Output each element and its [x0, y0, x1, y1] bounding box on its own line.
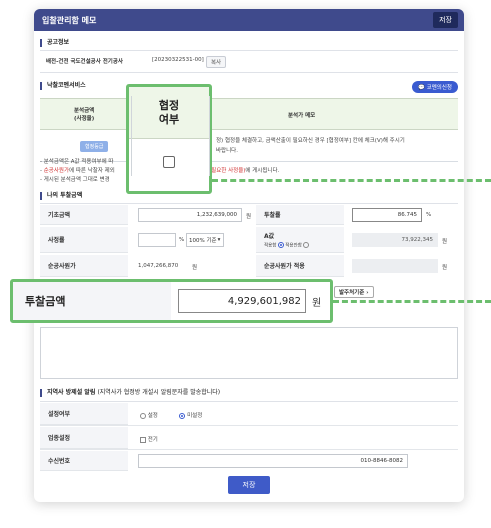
- stage: 입찰관리함 메모 저장 공고정보 배전-건전 국도건설공사 전기공사 [2023…: [0, 0, 491, 528]
- a-opt2-label: 적용안함: [285, 243, 302, 249]
- a-value-cell: A값 적용함 적용안함: [256, 227, 344, 253]
- amount-grade-button[interactable]: 협정등급: [80, 141, 109, 152]
- memo-text-2: 바랍니다.: [216, 148, 238, 154]
- setting-on-label: 설정: [147, 413, 158, 419]
- copy-button[interactable]: 복사: [206, 56, 227, 68]
- col-memo-header: 분석가 메모: [288, 113, 316, 119]
- setting-label: 설정여부: [40, 403, 128, 425]
- a-apply-radio[interactable]: [277, 241, 284, 248]
- divider: [40, 50, 458, 51]
- consult-request-button[interactable]: 💬 코멘의신청: [412, 81, 458, 93]
- memo-textarea[interactable]: [40, 327, 458, 379]
- bid-zoom-label: 투찰금액: [13, 282, 171, 320]
- divider: [40, 425, 458, 426]
- callout-connector: [333, 300, 491, 303]
- a-options: 적용함 적용안함: [264, 241, 310, 249]
- alert-title: 지역사 방제설 알림: [47, 389, 96, 396]
- net-label: 순공사원가: [40, 255, 128, 277]
- net-unit: 원: [192, 265, 198, 271]
- setting-on-radio[interactable]: [140, 412, 146, 419]
- note-red: 순공사원가: [43, 168, 70, 174]
- note-right: 에 게시됩니다.: [245, 168, 280, 174]
- chevron-down-icon: ▾: [217, 237, 221, 243]
- base-unit: 원: [246, 214, 252, 220]
- alert-note: (지역사가 협정방 개설시 알림문자를 발송합니다): [97, 389, 221, 396]
- rate-field[interactable]: 86.745: [352, 208, 422, 222]
- biz-label: 업종설정: [40, 427, 128, 449]
- note-line-2: - 순공사원가에 따른 낙찰자 제외: [40, 166, 115, 174]
- biz-options: 전기: [140, 435, 158, 443]
- window-title: 입찰관리함 메모: [42, 15, 97, 25]
- base-amount-field[interactable]: 1,232,639,000: [138, 208, 242, 222]
- divider: [40, 203, 458, 204]
- callout-connector: [212, 179, 491, 182]
- order-basis-label: 발주처기준: [339, 290, 365, 296]
- alert-section-title: 지역사 방제설 알림 (지역사가 협정방 개설시 알림문자를 발송합니다): [40, 389, 220, 397]
- note-line-1: - 분석금액은 A값 적용여부에 따: [40, 159, 114, 165]
- order-basis-button[interactable]: 발주처기준 ›: [334, 286, 374, 298]
- consult-zoom-heading: 협정 여부: [129, 87, 209, 139]
- a-value-unit: 원: [442, 239, 448, 245]
- divider: [131, 96, 132, 176]
- col-amount-header: 분석금액 (사정율): [74, 108, 95, 122]
- window-header: 입찰관리함 메모 저장: [34, 9, 464, 31]
- announce-number: [20230322531-00]: [152, 57, 204, 63]
- assess-field[interactable]: [138, 233, 176, 247]
- divider: [40, 72, 458, 73]
- rate-label: 투찰률: [256, 205, 344, 225]
- chevron-right-icon: ›: [366, 290, 369, 296]
- bid-section-title: 나의 투찰금액: [40, 192, 82, 200]
- chat-icon: 💬: [418, 85, 425, 91]
- nak-table-header: 분석금액 (사정율) 분석가 메모: [40, 98, 458, 130]
- bid-amount-unit: 원: [312, 298, 322, 309]
- biz-checkbox[interactable]: [140, 436, 146, 443]
- net-apply-field: [352, 259, 438, 273]
- divider: [40, 401, 458, 402]
- memo-window: 입찰관리함 메모 저장 공고정보 배전-건전 국도건설공사 전기공사 [2023…: [34, 9, 464, 502]
- header-save-button[interactable]: 저장: [433, 12, 458, 28]
- rate-unit: %: [426, 212, 432, 218]
- biz-all-label: 전기: [147, 437, 158, 443]
- divider: [40, 449, 458, 450]
- setting-off-radio[interactable]: [179, 412, 186, 419]
- a-opt1-label: 적용함: [264, 243, 277, 249]
- divider: [209, 96, 210, 176]
- announce-title: 배전-건전 국도건설공사 전기공사: [46, 59, 123, 65]
- net-apply-label: 순공사원가 적용: [256, 255, 344, 277]
- base-label: 기초금액: [40, 205, 128, 225]
- consult-zoom-callout: 협정 여부: [126, 84, 212, 194]
- footer-save-button[interactable]: 저장: [228, 476, 270, 494]
- net-apply-unit: 원: [442, 265, 448, 271]
- consult-checkbox[interactable]: [163, 156, 175, 168]
- note-suffix: 에 따른 낙찰자 제외: [69, 168, 115, 174]
- note-right-red: (필요한 사정율): [209, 168, 246, 174]
- assess-select-value: 100% 기준: [189, 238, 217, 244]
- note-line-3: - 게시된 분석금액 그대로 변경: [40, 177, 110, 183]
- setting-off-label: 미설정: [187, 413, 203, 419]
- net-value: 1,047,266,870: [138, 263, 179, 269]
- consult-request-label: 코멘의신청: [426, 85, 452, 91]
- announce-section-title: 공고정보: [40, 39, 69, 47]
- a-noapply-radio[interactable]: [303, 241, 310, 248]
- setting-options: 설정 미설정: [140, 411, 202, 419]
- assess-label: 사정률: [40, 227, 128, 253]
- bid-amount-field[interactable]: 4,929,601,982: [178, 289, 306, 313]
- nak-section-title: 낙찰코멘서비스: [40, 82, 86, 90]
- phone-field[interactable]: 010-8846-8082: [138, 454, 408, 468]
- note-line-2-right: (필요한 사정율)에 게시됩니다.: [209, 166, 279, 174]
- a-label: A값: [264, 232, 275, 240]
- memo-text: 정) 협정을 체결하고, 금액산출이 필요하신 경우 [협정여부] 칸에 체크(…: [216, 138, 405, 144]
- phone-label: 수신번호: [40, 451, 128, 471]
- assess-select[interactable]: 100% 기준 ▾: [186, 233, 224, 247]
- bid-zoom-callout: 투찰금액 4,929,601,982 원: [10, 279, 333, 323]
- consult-zoom-cell: [129, 139, 209, 185]
- assess-unit: %: [179, 237, 185, 243]
- a-value-field: 73,922,345: [352, 233, 438, 247]
